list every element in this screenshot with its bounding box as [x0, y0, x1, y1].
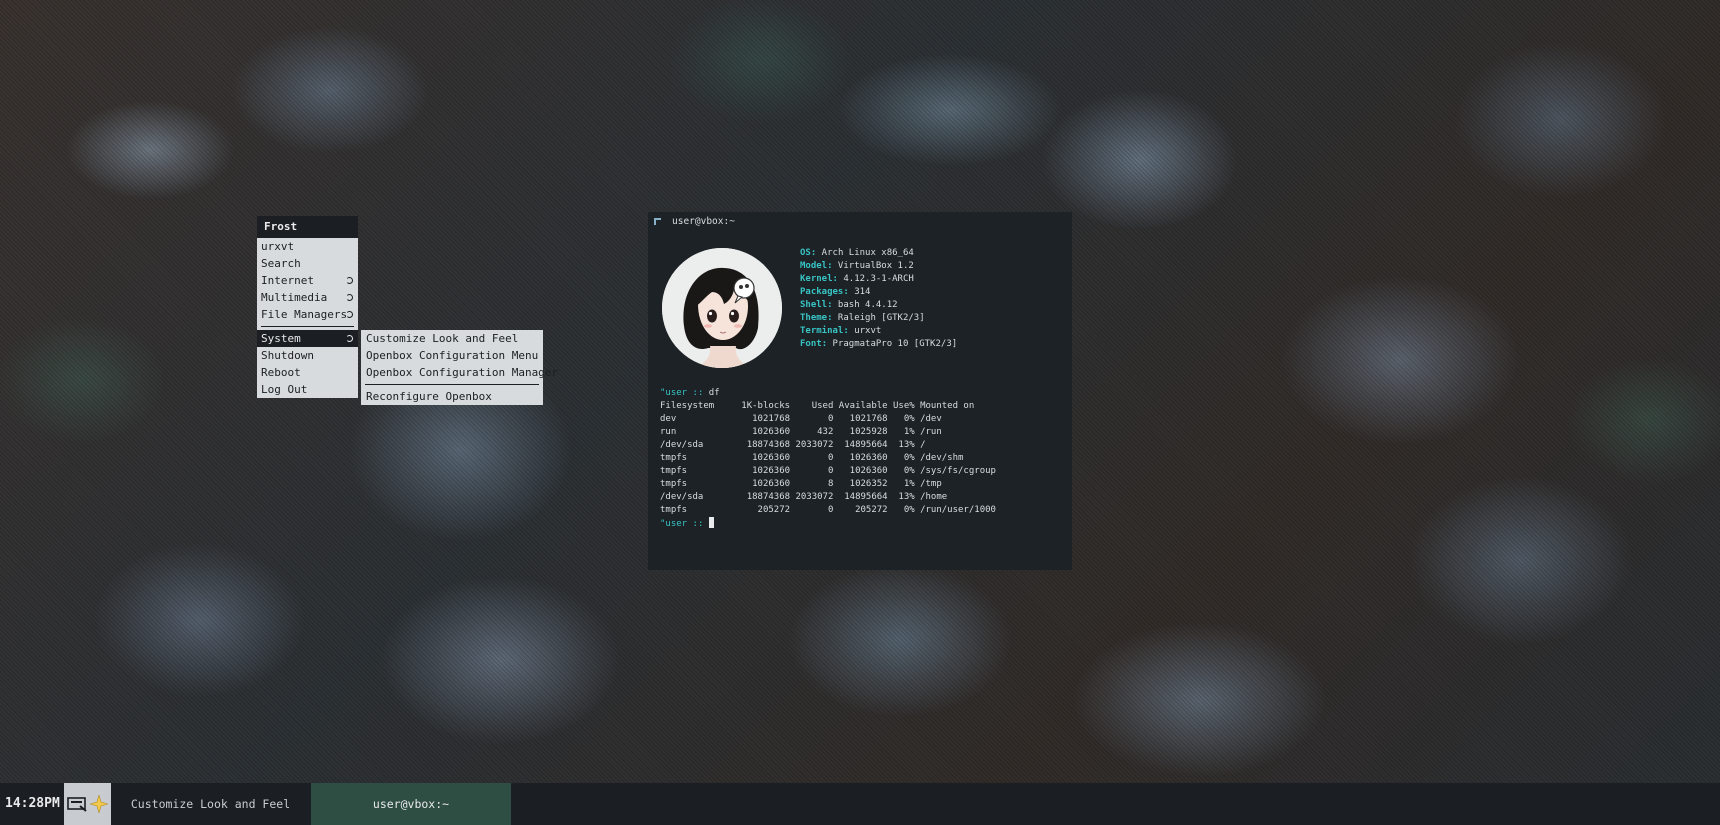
menu-item-system[interactable]: System	[257, 330, 358, 347]
text-cursor	[708, 517, 714, 528]
info-key: Kernel	[800, 274, 833, 284]
info-row-packages: Packages: 314	[800, 287, 871, 297]
menu-item-label: Multimedia	[261, 291, 328, 304]
menu-item-shutdown[interactable]: Shutdown	[257, 347, 358, 364]
info-key: Model	[800, 261, 828, 271]
submenu-item-customize-look[interactable]: Customize Look and Feel	[361, 330, 543, 347]
info-key: OS	[800, 248, 811, 258]
info-row-model: Model: VirtualBox 1.2	[800, 261, 914, 271]
submenu-arrow-icon	[346, 335, 353, 342]
prompt-user: user	[665, 388, 688, 398]
menu-item-multimedia[interactable]: Multimedia	[257, 289, 358, 306]
df-line: /dev/sda 18874368 2033072 14895664 13% /…	[660, 492, 948, 502]
info-row-os: OS: Arch Linux x86_64	[800, 248, 914, 258]
terminal-title: user@vbox:~	[672, 216, 735, 227]
menu-item-reboot[interactable]: Reboot	[257, 364, 358, 381]
prompt-line[interactable]: "user ::	[660, 517, 996, 531]
info-value: VirtualBox 1.2	[832, 261, 914, 271]
info-key: Terminal	[800, 326, 844, 336]
menu-item-file-managers[interactable]: File Managers	[257, 306, 358, 323]
info-value: 314	[848, 287, 871, 297]
info-row-theme: Theme: Raleigh [GTK2/3]	[800, 313, 925, 323]
info-value: Raleigh [GTK2/3]	[832, 313, 925, 323]
task-terminal[interactable]: user@vbox:~	[311, 783, 511, 825]
avatar	[662, 248, 782, 368]
df-line: tmpfs 1026360 0 1026360 0% /sys/fs/cgrou…	[660, 466, 996, 476]
prompt-user: user	[665, 519, 688, 529]
info-value: Arch Linux x86_64	[816, 248, 914, 258]
info-value: 4.12.3-1-ARCH	[837, 274, 914, 284]
df-line: tmpfs 1026360 0 1026360 0% /dev/shm	[660, 453, 964, 463]
info-key: Packages	[800, 287, 844, 297]
df-line: run 1026360 432 1025928 1% /run	[660, 427, 942, 437]
df-line: dev 1021768 0 1021768 0% /dev	[660, 414, 942, 424]
submenu-arrow-icon	[346, 277, 353, 284]
info-key: Shell	[800, 300, 828, 310]
info-value: urxvt	[848, 326, 882, 336]
terminal-titlebar[interactable]: user@vbox:~	[648, 212, 1072, 232]
shell-output[interactable]: "user :: dfFilesystem 1K-blocks Used Ava…	[660, 387, 996, 531]
df-line: tmpfs 205272 0 205272 0% /run/user/1000	[660, 505, 996, 515]
window-icon[interactable]	[654, 218, 661, 225]
submenu-item-openbox-config-menu[interactable]: Openbox Configuration Menu	[361, 347, 543, 364]
menu-item-urxvt[interactable]: urxvt	[257, 238, 358, 255]
info-value: bash 4.4.12	[832, 300, 898, 310]
info-key: Theme	[800, 313, 828, 323]
info-value: PragmataPro 10 [GTK2/3]	[827, 339, 958, 349]
system-tray	[64, 783, 111, 825]
anime-girl-avatar-icon	[662, 248, 782, 368]
submenu-arrow-icon	[346, 294, 353, 301]
df-line: /dev/sda 18874368 2033072 14895664 13% /	[660, 440, 926, 450]
command-text: df	[708, 388, 720, 398]
command-line: "user :: df	[660, 388, 720, 398]
menu-title: Frost	[257, 216, 358, 238]
sparkle-icon[interactable]	[90, 795, 108, 813]
network-icon[interactable]	[67, 796, 87, 812]
info-row-kernel: Kernel: 4.12.3-1-ARCH	[800, 274, 914, 284]
terminal-window[interactable]: user@vbox:~ OS: Arch Linux x86_64 Model:…	[648, 212, 1072, 570]
clock: 14:28PM	[5, 796, 60, 811]
menu-item-label: File Managers	[261, 308, 348, 321]
system-submenu: Customize Look and Feel Openbox Configur…	[361, 330, 558, 405]
info-row-font: Font: PragmataPro 10 [GTK2/3]	[800, 339, 958, 349]
submenu-arrow-icon	[346, 311, 353, 318]
menu-item-log-out[interactable]: Log Out	[257, 381, 358, 398]
menu-item-label: Internet	[261, 274, 314, 287]
openbox-root-menu: Frost urxvt Search Internet Multimedia F…	[257, 216, 358, 398]
neofetch-info: OS: Arch Linux x86_64 Model: VirtualBox 1…	[800, 247, 957, 351]
menu-item-search[interactable]: Search	[257, 255, 358, 272]
info-key: Font	[800, 339, 822, 349]
menu-item-label: System	[261, 332, 301, 345]
info-row-terminal: Terminal: urxvt	[800, 326, 882, 336]
task-customize-look[interactable]: Customize Look and Feel	[112, 783, 309, 825]
taskbar: 14:28PM Customize Look and Feel user@vbo…	[0, 783, 1720, 825]
submenu-item-reconfigure-openbox[interactable]: Reconfigure Openbox	[361, 388, 543, 405]
df-line: tmpfs 1026360 8 1026352 1% /tmp	[660, 479, 942, 489]
submenu-item-openbox-config-manager[interactable]: Openbox Configuration Manager	[361, 364, 558, 381]
menu-item-internet[interactable]: Internet	[257, 272, 358, 289]
menu-separator	[257, 323, 358, 330]
df-line: Filesystem 1K-blocks Used Available Use%…	[660, 401, 975, 411]
info-row-shell: Shell: bash 4.4.12	[800, 300, 898, 310]
menu-separator	[361, 381, 543, 388]
